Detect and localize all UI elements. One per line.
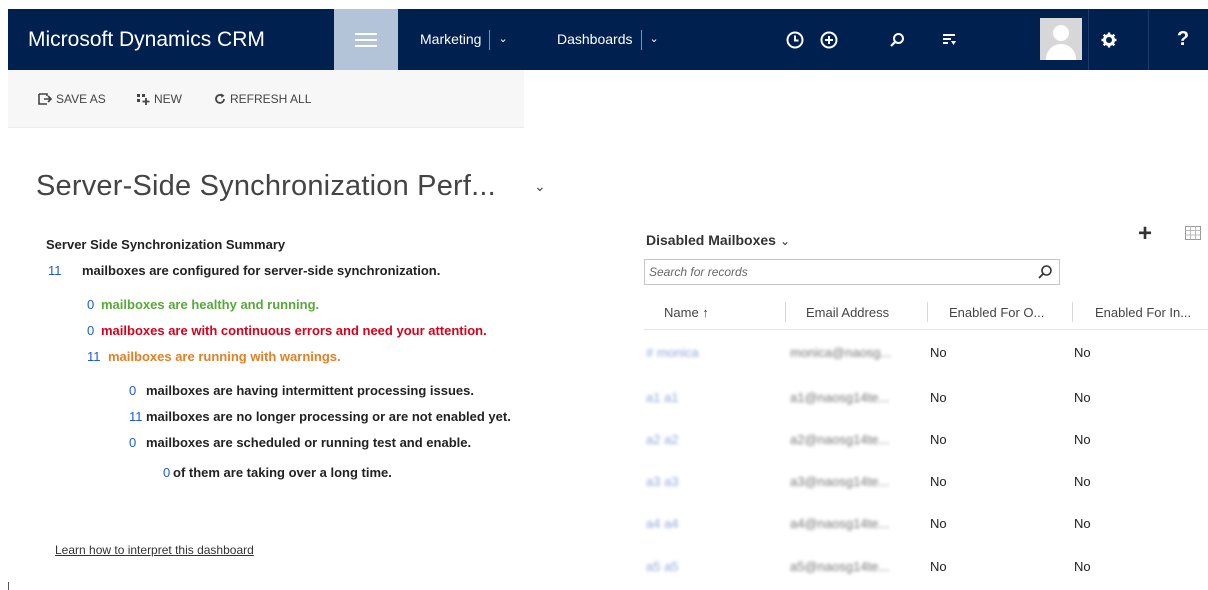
user-avatar[interactable]: [1040, 18, 1082, 60]
row-email: a4@naosg14te...: [790, 516, 890, 531]
summary-line-not-processing: 11 mailboxes are no longer processing or …: [129, 409, 511, 424]
row-name-link[interactable]: a3 a3: [646, 474, 679, 489]
row-enabled-outgoing: No: [930, 516, 947, 531]
grid-title: Disabled Mailboxes: [646, 232, 776, 248]
command-bar: SAVE AS NEW REFRESH ALL: [8, 70, 524, 128]
row-email: a1@naosg14te...: [790, 390, 890, 405]
row-email: a5@naosg14te...: [790, 559, 890, 574]
row-enabled-incoming: No: [1074, 390, 1091, 405]
row-enabled-incoming: No: [1074, 432, 1091, 447]
refresh-icon: [215, 93, 225, 104]
row-name-link[interactable]: # monica: [646, 345, 699, 360]
new-dashboard-icon: [137, 94, 150, 105]
search-icon[interactable]: [1037, 264, 1053, 285]
column-header-enabled-incoming[interactable]: Enabled For In...: [1095, 297, 1208, 327]
search-input[interactable]: [649, 263, 1029, 281]
summary-line-errors: 0 mailboxes are with continuous errors an…: [87, 323, 487, 338]
refresh-all-label: REFRESH ALL: [230, 92, 312, 106]
row-enabled-outgoing: No: [930, 559, 947, 574]
add-record-icon[interactable]: +: [1138, 222, 1152, 246]
column-header-enabled-outgoing[interactable]: Enabled For O...: [949, 297, 1047, 327]
save-as-button[interactable]: SAVE AS: [38, 70, 106, 128]
nav-marketing-label: Marketing: [420, 31, 482, 47]
row-enabled-outgoing: No: [930, 432, 947, 447]
refresh-all-button[interactable]: REFRESH ALL: [214, 70, 311, 128]
row-enabled-outgoing: No: [930, 474, 947, 489]
save-as-icon: [38, 93, 52, 105]
row-enabled-incoming: No: [1074, 474, 1091, 489]
chevron-down-icon[interactable]: ⌄: [534, 178, 546, 195]
row-email: monica@naosg...: [790, 345, 892, 360]
chevron-down-icon[interactable]: ⌄: [780, 234, 790, 248]
help-icon[interactable]: ?: [1168, 9, 1198, 70]
column-header-email[interactable]: Email Address: [806, 297, 918, 327]
app-brand[interactable]: Microsoft Dynamics CRM: [28, 9, 265, 70]
history-icon[interactable]: [780, 9, 810, 70]
row-enabled-incoming: No: [1074, 345, 1091, 360]
new-button[interactable]: NEW: [136, 70, 182, 128]
grid-search-box[interactable]: [644, 259, 1060, 285]
hamburger-icon: [355, 32, 377, 47]
summary-heading: Server Side Synchronization Summary: [46, 237, 286, 252]
row-enabled-outgoing: No: [930, 390, 947, 405]
summary-line-configured: 11 mailboxes are configured for server-si…: [48, 263, 441, 278]
row-name-link[interactable]: a1 a1: [646, 390, 679, 405]
summary-line-intermittent: 0 mailboxes are having intermittent proce…: [129, 383, 474, 398]
new-label: NEW: [154, 92, 182, 106]
settings-icon[interactable]: [1090, 9, 1128, 70]
search-icon[interactable]: [882, 9, 912, 70]
row-email: a2@naosg14te...: [790, 432, 890, 447]
nav-dashboards[interactable]: Dashboards ⌄: [557, 9, 659, 70]
summary-line-healthy: 0 mailboxes are healthy and running.: [87, 297, 320, 312]
chevron-down-icon[interactable]: ⌄: [650, 9, 659, 70]
row-name-link[interactable]: a5 a5: [646, 559, 679, 574]
save-as-label: SAVE AS: [56, 92, 106, 106]
learn-dashboard-link[interactable]: Learn how to interpret this dashboard: [55, 543, 254, 557]
dashboard-title[interactable]: Server-Side Synchronization Perf...: [36, 170, 496, 203]
create-icon[interactable]: [814, 9, 844, 70]
row-enabled-outgoing: No: [930, 345, 947, 360]
top-navigation-bar: Microsoft Dynamics CRM Marketing ⌄ Dashb…: [8, 9, 1208, 70]
chevron-down-icon[interactable]: ⌄: [498, 9, 507, 70]
grid-view-icon[interactable]: [1185, 226, 1201, 245]
summary-line-warnings: 11 mailboxes are running with warnings.: [87, 349, 341, 364]
summary-line-long-time: 0 of them are taking over a long time.: [163, 465, 392, 480]
advanced-find-icon[interactable]: [934, 9, 964, 70]
nav-dashboards-label: Dashboards: [557, 31, 633, 47]
row-name-link[interactable]: a2 a2: [646, 432, 679, 447]
column-header-name[interactable]: Name ↑: [664, 297, 774, 327]
row-enabled-incoming: No: [1074, 516, 1091, 531]
summary-line-scheduled: 0 mailboxes are scheduled or running test…: [129, 435, 472, 450]
nav-marketing[interactable]: Marketing ⌄: [420, 9, 508, 70]
site-map-button[interactable]: [334, 9, 398, 70]
row-name-link[interactable]: a4 a4: [646, 516, 679, 531]
grid-view-selector[interactable]: Disabled Mailboxes ⌄: [646, 232, 790, 248]
row-enabled-incoming: No: [1074, 559, 1091, 574]
row-email: a3@naosg14te...: [790, 474, 890, 489]
